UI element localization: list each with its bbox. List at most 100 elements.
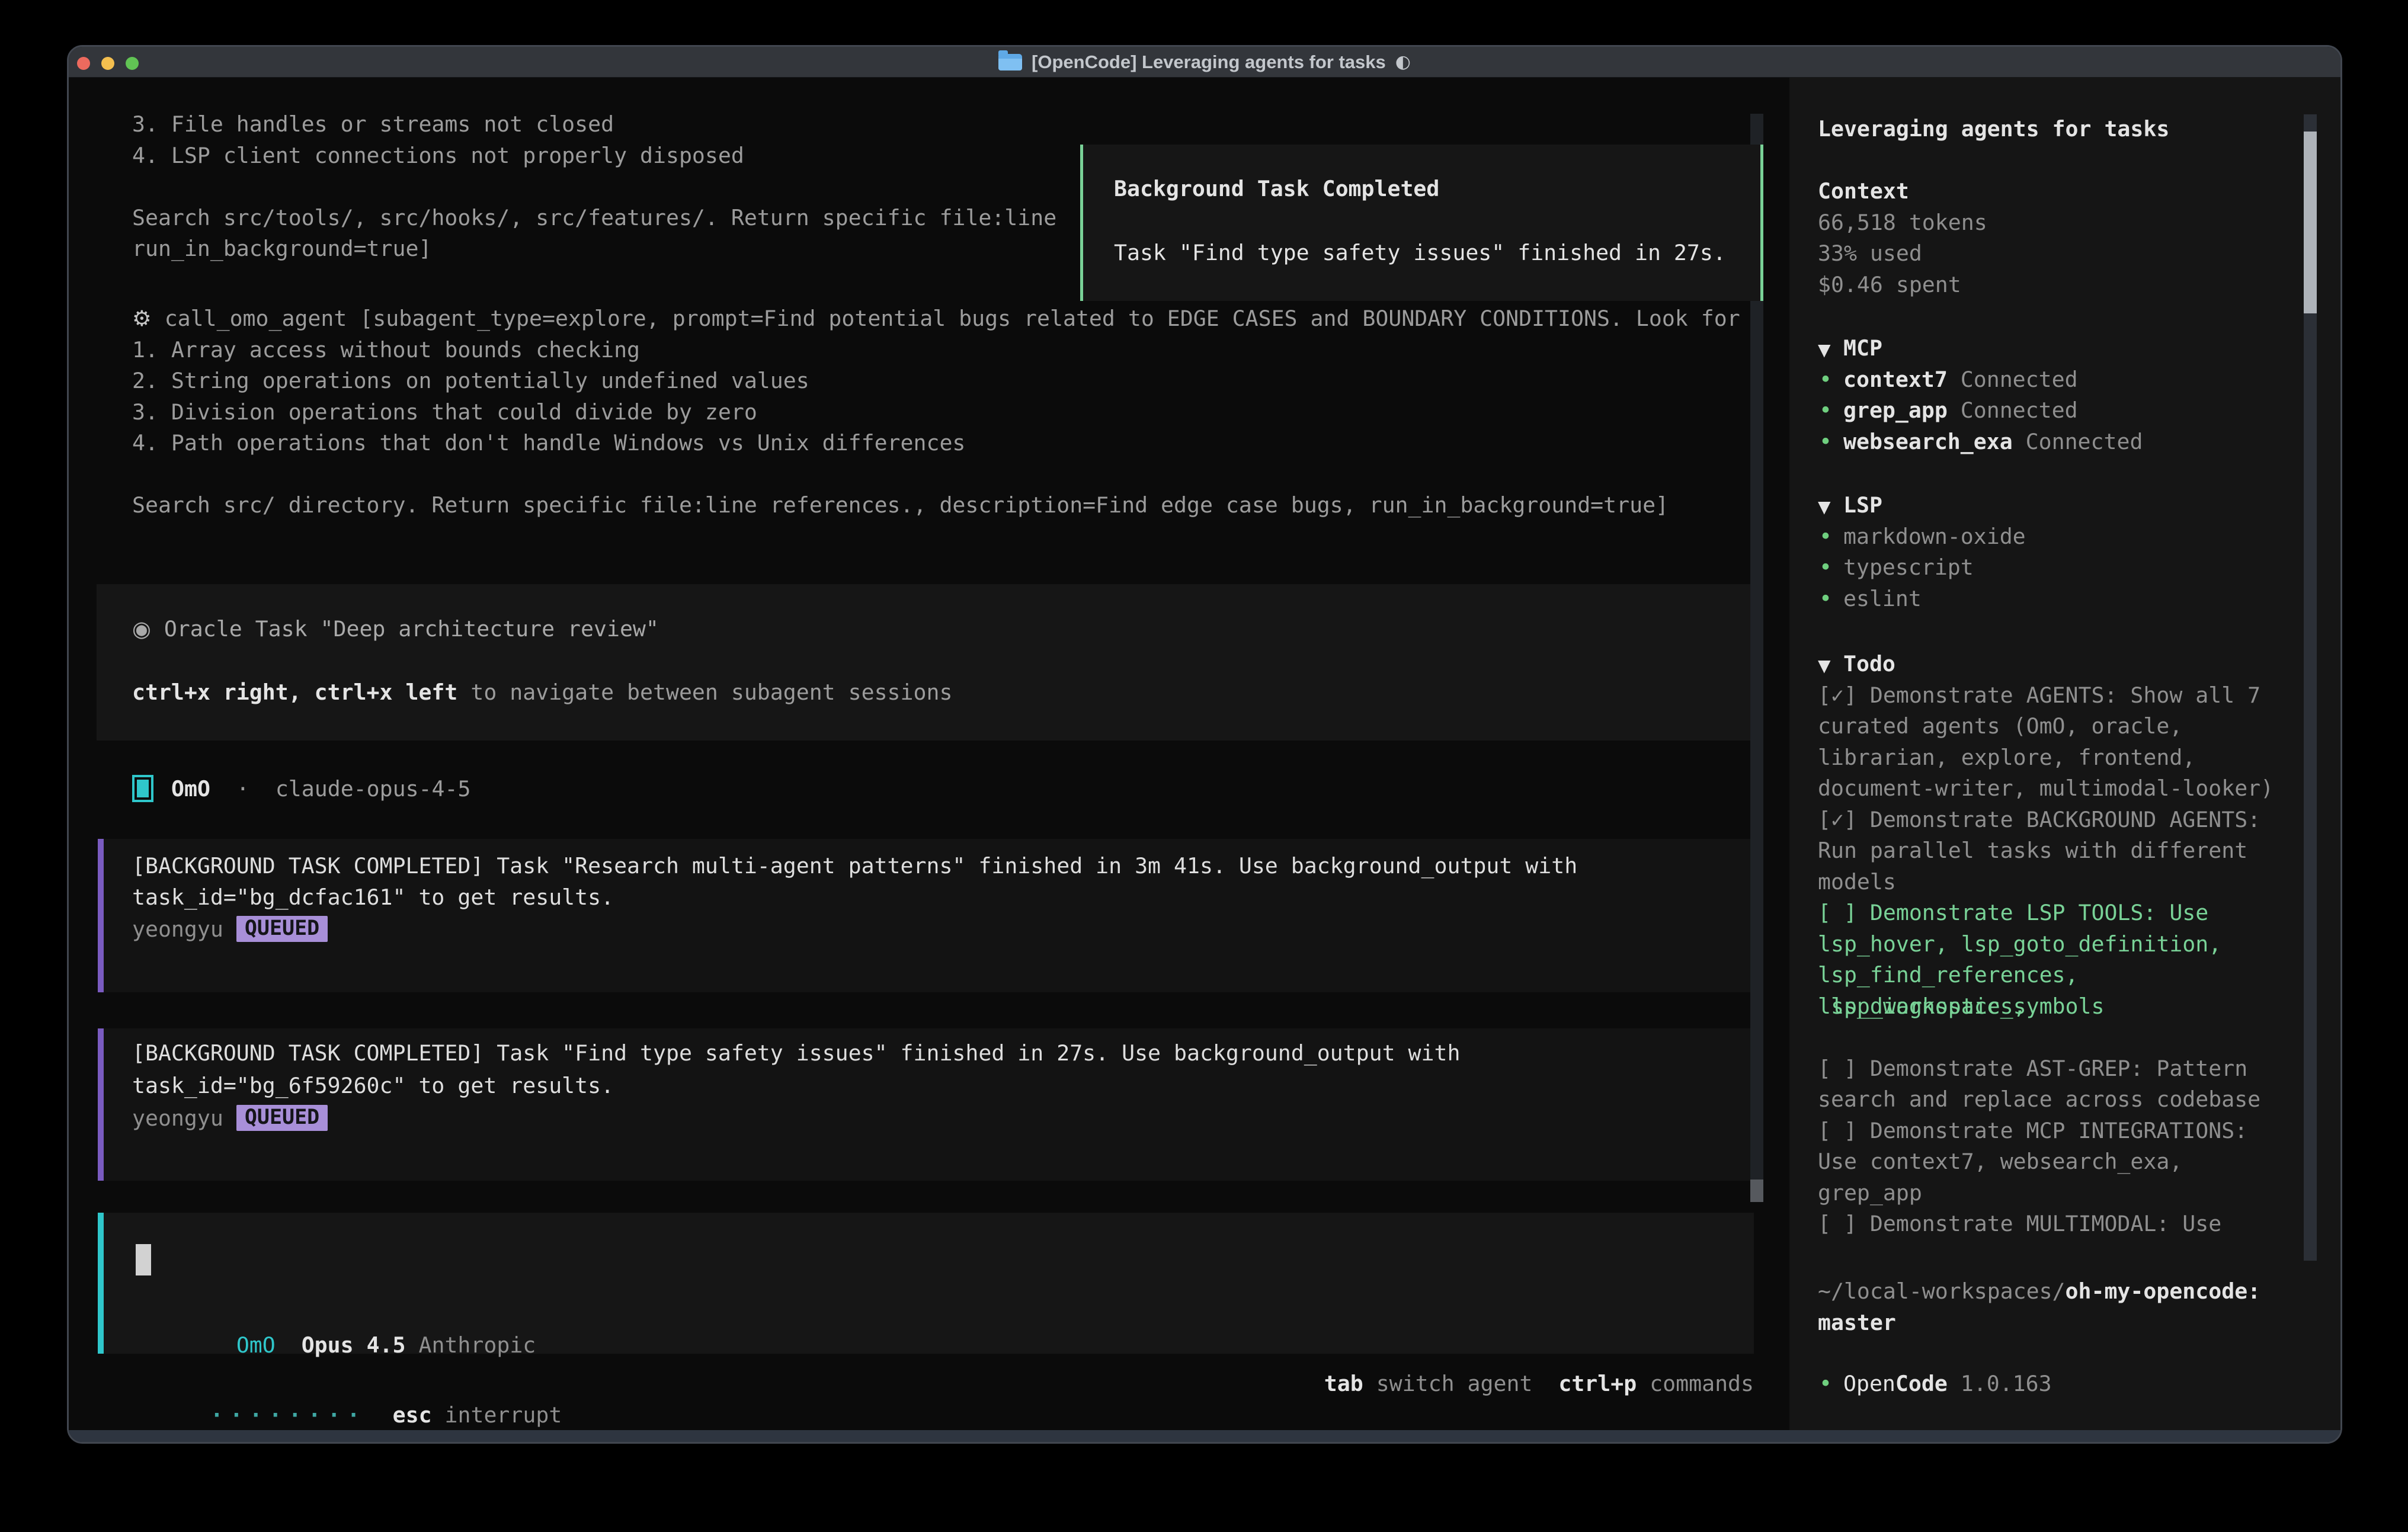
text-line <box>132 171 1056 203</box>
todo-item-line: models <box>1818 867 2299 898</box>
todo-item-line: Run parallel tasks with different <box>1818 835 2299 867</box>
dot-icon: · <box>236 776 249 802</box>
message-line: [BACKGROUND TASK COMPLETED] Task "Resear… <box>132 853 1577 879</box>
text-cursor <box>136 1244 151 1275</box>
lsp-server-name: markdown-oxide <box>1843 524 2026 549</box>
toast-body: Task "Find type safety issues" finished … <box>1114 240 1726 265</box>
mcp-heading[interactable]: ▼MCP <box>1818 333 2299 364</box>
lsp-heading[interactable]: ▼LSP <box>1818 490 2299 521</box>
commands-key-hint: ctrl+p <box>1532 1371 1637 1396</box>
chat-scrollbar-thumb[interactable] <box>1750 1180 1763 1202</box>
todo-item-line: lsp_workspace_symbols <box>1818 991 2299 1023</box>
status-dot-icon: • <box>1819 427 1843 458</box>
toast-title: Background Task Completed <box>1114 176 1439 201</box>
esc-key-label: interrupt <box>432 1402 562 1428</box>
collapse-triangle-icon: ▼ <box>1818 335 1843 366</box>
fisheye-icon: ◉ <box>132 616 151 642</box>
sidebar-scrollbar-thumb[interactable] <box>2304 132 2317 313</box>
status-dot-icon: • <box>1819 364 1843 396</box>
window-title-area: [OpenCode] Leveraging agents for tasks ◐ <box>69 47 2340 77</box>
author: yeongyu <box>132 1105 223 1131</box>
separator-dot <box>210 776 236 802</box>
todo-item-line: curated agents (OmO, oracle, <box>1818 711 2299 742</box>
workspace-repo: oh-my-opencode: <box>2066 1278 2261 1304</box>
status-dot-icon: • <box>1819 552 1843 584</box>
input-footer: OmO Opus 4.5 Anthropic <box>132 1299 536 1330</box>
text-line: 4. LSP client connections not properly d… <box>132 140 1056 172</box>
oracle-task-panel: ◉ Oracle Task "Deep architecture review"… <box>97 584 1763 741</box>
background-task-toast: Background Task Completed Task "Find typ… <box>1080 145 1763 301</box>
todo-section: ▼Todo [✓] Demonstrate AGENTS: Show all 7… <box>1818 649 2299 1240</box>
status-badge: QUEUED <box>236 916 328 942</box>
prompt-input[interactable]: OmO Opus 4.5 Anthropic <box>98 1213 1754 1354</box>
todo-item-line: Use context7, websearch_exa, grep_app <box>1818 1146 2299 1178</box>
author: yeongyu <box>132 916 223 942</box>
mcp-server-row: •context7 Connected <box>1818 364 2299 396</box>
subagent-nav-hint: ctrl+x right, ctrl+x left to navigate be… <box>132 680 952 705</box>
status-dot-icon: • <box>1819 1368 1843 1400</box>
terminal-content: 3. File handles or streams not closed 4.… <box>69 78 2340 1430</box>
agent-model: claude-opus-4-5 <box>276 776 471 802</box>
lsp-server-row: •markdown-oxide <box>1818 521 2299 553</box>
app-version: 1.0.163 <box>1948 1371 2052 1396</box>
esc-key-hint: esc <box>393 1402 432 1428</box>
titlebar: [OpenCode] Leveraging agents for tasks ◐ <box>69 47 2340 78</box>
mcp-server-row: •websearch_exa Connected <box>1818 427 2299 458</box>
session-state-icon: ◐ <box>1395 52 1411 72</box>
session-sidebar: Leveraging agents for tasks Context 66,5… <box>1789 78 2340 1430</box>
mcp-section: ▼MCP •context7 Connected •grep_app Conne… <box>1818 333 2299 457</box>
tool-call-line: ⚙ call_omo_agent [subagent_type=explore,… <box>132 303 1740 335</box>
todo-item-line: librarian, explore, frontend, <box>1818 742 2299 774</box>
todo-item-line: [✓] Demonstrate BACKGROUND AGENTS: <box>1818 805 2299 836</box>
lsp-heading-text: LSP <box>1843 492 1882 518</box>
context-spent: $0.46 spent <box>1818 270 2299 301</box>
oracle-task-text: Oracle Task "Deep architecture review" <box>151 616 659 642</box>
todo-spacer <box>1818 1022 2299 1053</box>
tool-call-line: Search src/ directory. Return specific f… <box>132 490 1740 521</box>
sidebar-scrollbar[interactable] <box>2304 114 2317 1261</box>
todo-item-line: [ ] Demonstrate MULTIMODAL: Use <box>1818 1209 2299 1240</box>
text-line: run_in_background=true] <box>132 233 1056 265</box>
sidebar-session-title: Leveraging agents for tasks <box>1818 114 2299 145</box>
mcp-server-status: Connected <box>1948 398 2078 423</box>
mcp-heading-text: MCP <box>1843 335 1882 361</box>
status-dot-icon: • <box>1819 395 1843 427</box>
lsp-server-name: typescript <box>1843 555 1974 580</box>
todo-item-line: [ ] Demonstrate MCP INTEGRATIONS: <box>1818 1116 2299 1147</box>
hint-label: to navigate between subagent sessions <box>457 680 952 705</box>
todo-item-line: [ ] Demonstrate LSP TOOLS: Use <box>1818 898 2299 929</box>
spinner-icon: ········ <box>210 1402 367 1428</box>
message-meta: yeongyu QUEUED <box>132 916 328 942</box>
mcp-server-name: websearch_exa <box>1843 429 2013 454</box>
lsp-section: ▼LSP •markdown-oxide •typescript •eslint <box>1818 490 2299 614</box>
lsp-server-row: •eslint <box>1818 584 2299 615</box>
tool-call-text: call_omo_agent [subagent_type=explore, p… <box>152 306 1740 331</box>
app-name-bold: Code <box>1895 1371 1948 1396</box>
status-dot-icon: • <box>1819 584 1843 615</box>
message-text-block: 3. File handles or streams not closed 4.… <box>132 109 1056 265</box>
tool-call-line: 4. Path operations that don't handle Win… <box>132 428 1740 459</box>
tool-call-line <box>132 459 1740 491</box>
session-title-text: Leveraging agents for tasks <box>1818 114 2299 145</box>
commands-key-label: commands <box>1637 1371 1754 1396</box>
lsp-server-row: •typescript <box>1818 552 2299 584</box>
mcp-server-row: •grep_app Connected <box>1818 395 2299 427</box>
mcp-server-status: Connected <box>2013 429 2143 454</box>
app-window: [OpenCode] Leveraging agents for tasks ◐… <box>67 45 2342 1444</box>
hint-keys: ctrl+x right, ctrl+x left <box>132 680 457 705</box>
mcp-server-name: context7 <box>1843 367 1948 392</box>
background-task-message: [BACKGROUND TASK COMPLETED] Task "Resear… <box>98 839 1754 992</box>
todo-item-line: lsp_hover, lsp_goto_definition, <box>1818 929 2299 960</box>
message-line: task_id="bg_dcfac161" to get results. <box>132 884 614 910</box>
message-meta: yeongyu QUEUED <box>132 1105 328 1131</box>
tool-call-line: 1. Array access without bounds checking <box>132 335 1740 366</box>
tool-call-line: 3. Division operations that could divide… <box>132 397 1740 428</box>
todo-item-line: search and replace across codebase <box>1818 1084 2299 1116</box>
window-bottom-edge <box>69 1430 2340 1442</box>
version-row: •OpenCode 1.0.163 <box>1818 1368 2299 1400</box>
context-section: Context 66,518 tokens 33% used $0.46 spe… <box>1818 176 2299 300</box>
mcp-server-status: Connected <box>1948 367 2078 392</box>
todo-item-line: document-writer, multimodal-looker) <box>1818 773 2299 805</box>
collapse-triangle-icon: ▼ <box>1818 492 1843 523</box>
todo-heading[interactable]: ▼Todo <box>1818 649 2299 680</box>
